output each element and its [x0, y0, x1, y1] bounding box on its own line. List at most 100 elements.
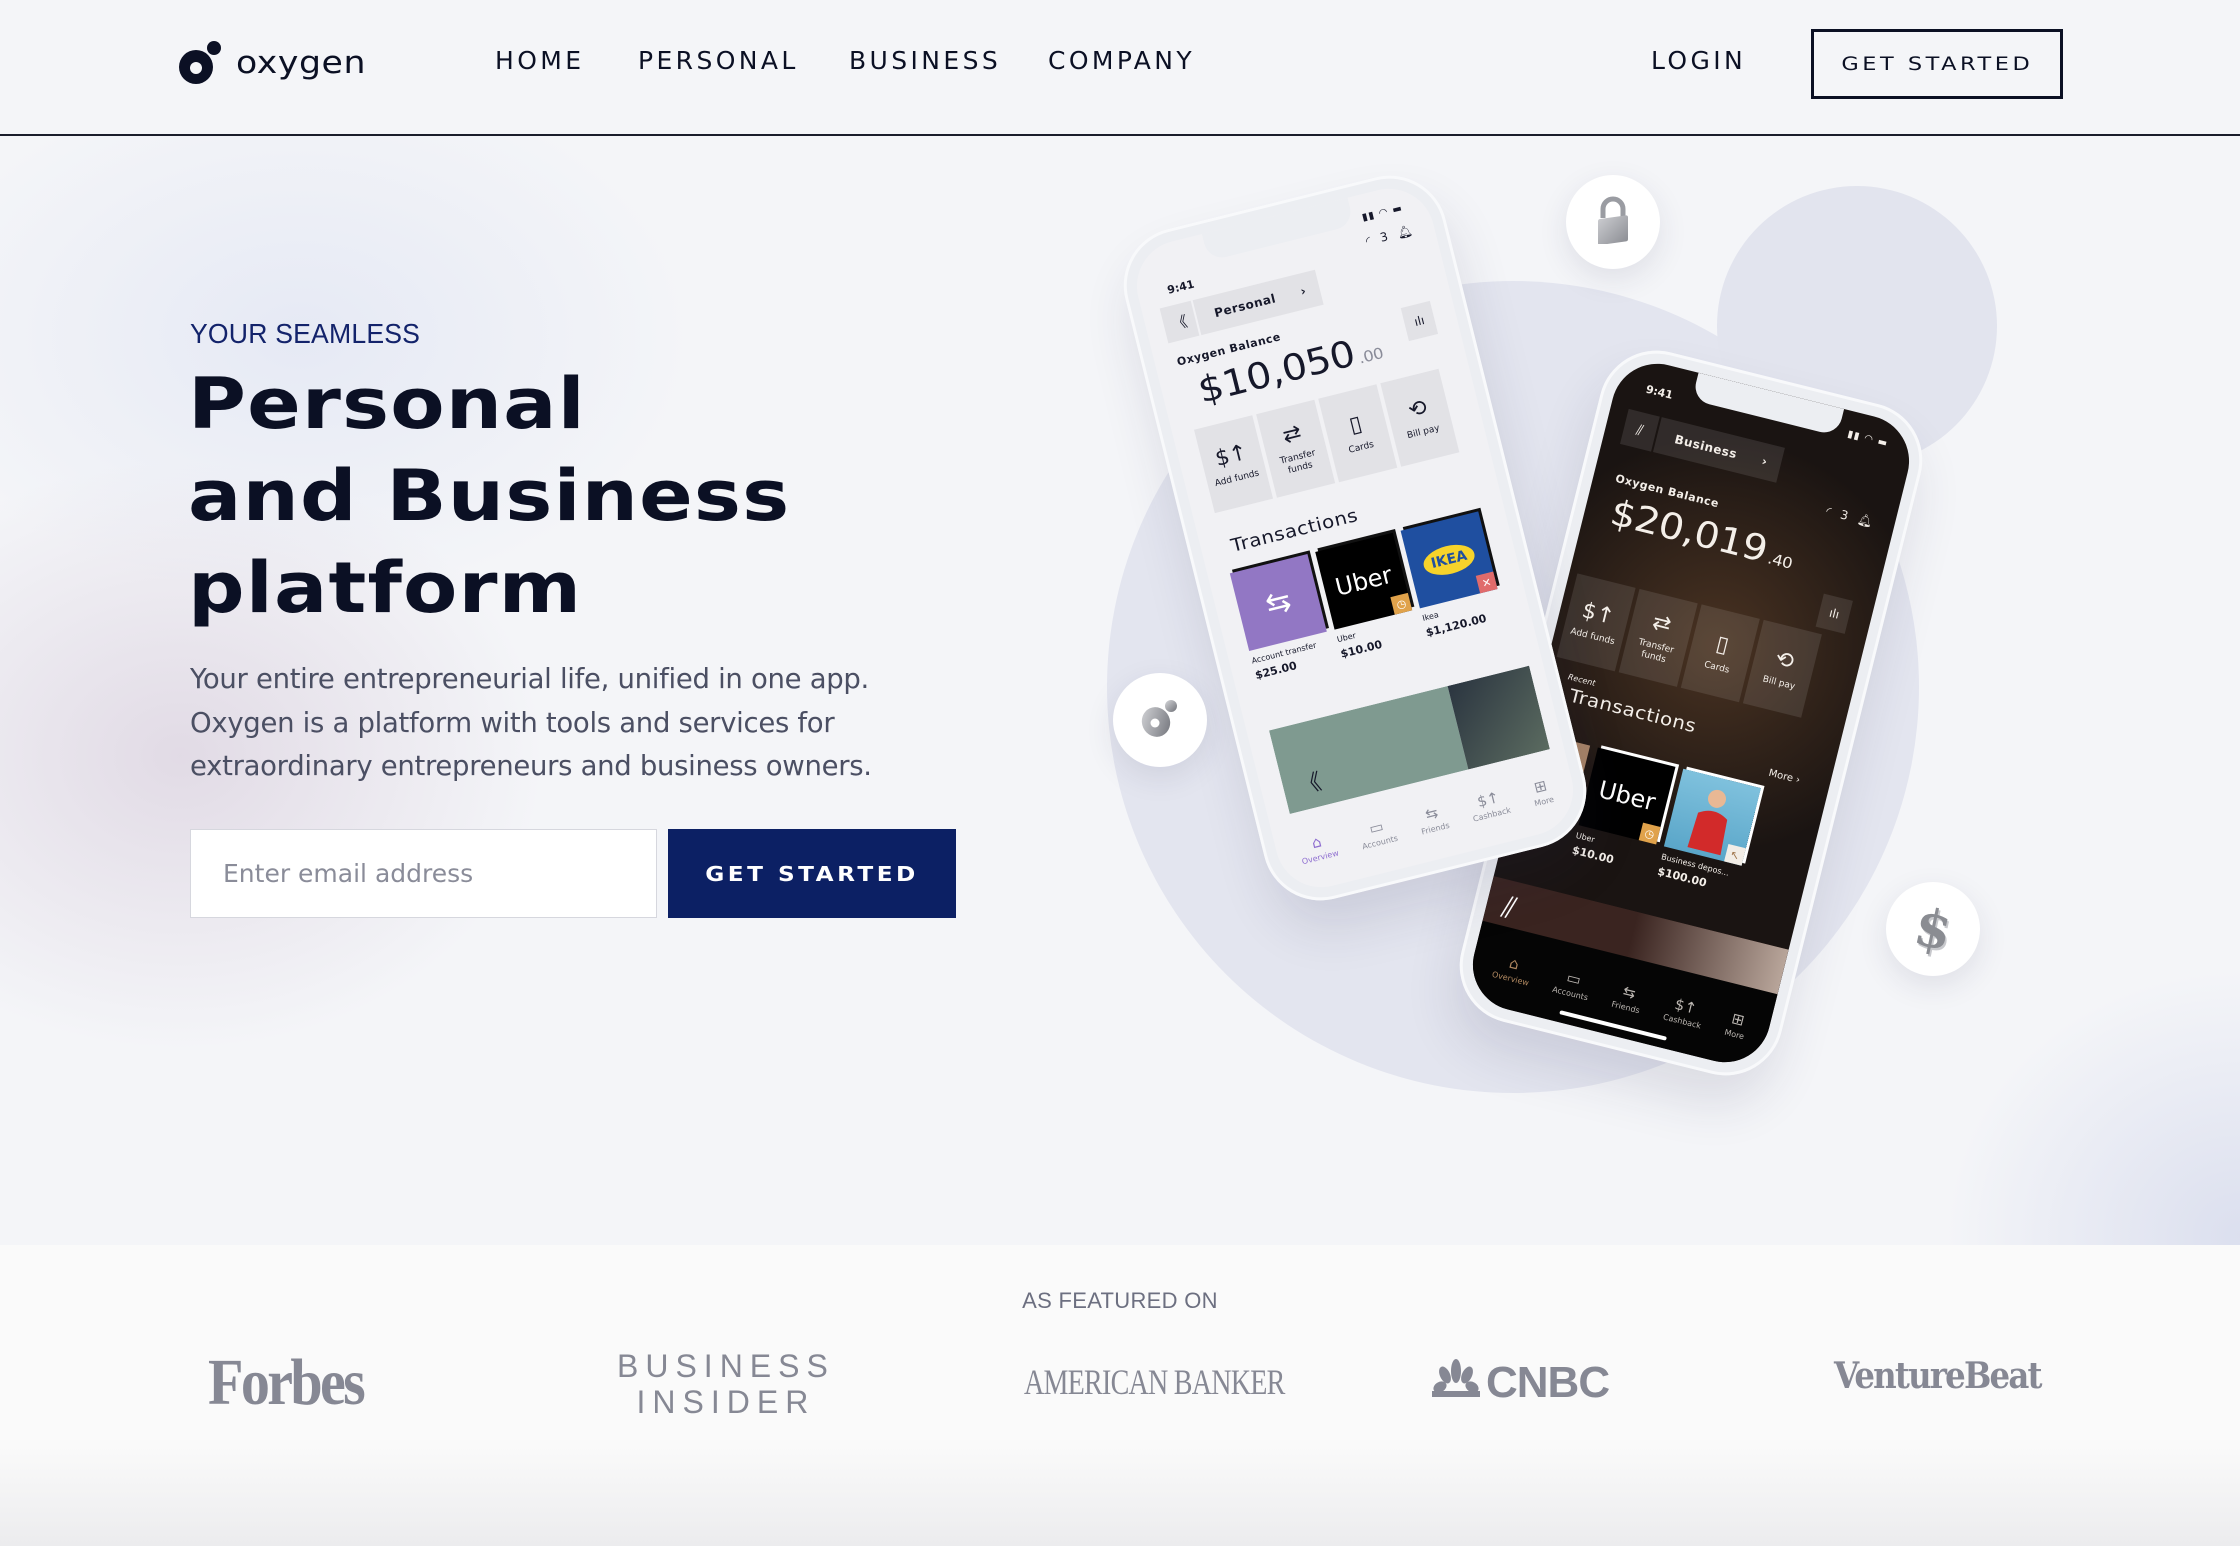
- uber-logo: Uber ◷: [1578, 747, 1676, 845]
- transaction-item[interactable]: IKEA ✕ Ikea $1,120.00: [1400, 511, 1506, 639]
- tab-accounts[interactable]: ▭ Accounts: [1551, 966, 1593, 1002]
- friends-icon: ⇆: [1621, 982, 1638, 1003]
- tab-friends[interactable]: ⇆ Friends: [1416, 802, 1450, 836]
- cashback-icon: $↑: [1475, 788, 1502, 811]
- nav-business[interactable]: BUSINESS: [849, 46, 1001, 75]
- hero-section: YOUR SEAMLESS Personal and Business plat…: [0, 136, 2240, 1245]
- more-link[interactable]: More ›: [1767, 768, 1801, 786]
- balance-cents: .40: [1765, 549, 1795, 573]
- more-label: More: [1767, 767, 1795, 785]
- nav-personal[interactable]: PERSONAL: [638, 46, 799, 75]
- brand-name: oxygen: [236, 45, 367, 81]
- top-right-icons: ◜ 3 🔔︎: [1364, 223, 1414, 248]
- battery-icon: ▬: [1876, 436, 1890, 450]
- business-insider-line-2: INSIDER: [636, 1384, 816, 1420]
- wifi-icon: ◠: [1377, 206, 1390, 220]
- ikea-logo: IKEA ✕: [1400, 511, 1498, 609]
- tab-label: Cashback: [1662, 1012, 1702, 1031]
- transfer-icon: ⇄: [1649, 609, 1674, 639]
- brand-logo[interactable]: oxygen: [176, 38, 365, 88]
- speedometer-icon: ◜: [1824, 503, 1833, 519]
- hero-get-started-button[interactable]: GET STARTED: [668, 829, 956, 918]
- email-input[interactable]: [190, 829, 657, 918]
- status-time: 9:41: [1165, 277, 1196, 297]
- account-switcher-label: Personal ›: [1192, 269, 1325, 336]
- nav-home[interactable]: HOME: [495, 46, 584, 75]
- lock-icon: [1593, 196, 1633, 249]
- login-link[interactable]: LOGIN: [1651, 46, 1746, 75]
- chevron-right-icon: ›: [1299, 283, 1308, 299]
- status-icons: ▮▮ ◠ ▬: [1361, 203, 1404, 224]
- transaction-item[interactable]: ↖ Business depos... $100.00: [1656, 768, 1761, 897]
- action-label: Bill pay: [1761, 674, 1797, 692]
- tab-friends[interactable]: ⇆ Friends: [1611, 981, 1646, 1015]
- action-label: Transfer funds: [1637, 637, 1675, 666]
- home-icon: ⌂: [1507, 953, 1521, 974]
- tab-cashback[interactable]: $↑ Cashback: [1662, 994, 1706, 1031]
- balance-chart-button[interactable]: ılı: [1400, 300, 1439, 342]
- transfer-icon: ⇆: [1261, 582, 1295, 623]
- tab-label: Friends: [1610, 999, 1641, 1016]
- hero-eyebrow: YOUR SEAMLESS: [190, 318, 421, 349]
- site-header: oxygen HOME PERSONAL BUSINESS COMPANY LO…: [0, 0, 2240, 136]
- oxygen-logo-icon: [176, 39, 224, 87]
- status-time: 9:41: [1644, 382, 1675, 402]
- grid-icon: ⊞: [1729, 1009, 1747, 1030]
- bill-pay-icon: ⟲: [1772, 645, 1797, 675]
- cnbc-logo: CNBC: [1432, 1357, 1610, 1408]
- chevron-right-icon: ›: [1760, 453, 1770, 469]
- transaction-item[interactable]: ⇆ Account transfer $25.00: [1229, 553, 1335, 682]
- clock-icon: ◷: [1390, 592, 1413, 615]
- hero-get-started-label: GET STARTED: [705, 861, 919, 886]
- featured-label: AS FEATURED ON: [1022, 1288, 1218, 1313]
- action-label: Add funds: [1213, 467, 1261, 489]
- friends-icon: ⇆: [1423, 803, 1440, 824]
- tab-overview[interactable]: ⌂ Overview: [1491, 951, 1534, 988]
- oxygen-badge: [1113, 673, 1207, 767]
- transactions-title: Transactions: [1567, 685, 1699, 738]
- balance-main: $20,019: [1606, 492, 1772, 571]
- header-get-started-button[interactable]: GET STARTED: [1811, 29, 2063, 99]
- bar-chart-icon: ılı: [1827, 605, 1841, 622]
- tab-cashback[interactable]: $↑ Cashback: [1467, 787, 1512, 824]
- tab-overview[interactable]: ⌂ Overview: [1296, 830, 1340, 867]
- tab-accounts[interactable]: ▭ Accounts: [1357, 815, 1399, 851]
- business-insider-line-1: BUSINESS: [617, 1348, 835, 1384]
- account-name: Personal: [1212, 291, 1278, 321]
- venturebeat-logo: VentureBeat: [1834, 1355, 2043, 1397]
- business-deposit-photo: ↖: [1663, 768, 1761, 866]
- nav-company[interactable]: COMPANY: [1048, 46, 1195, 75]
- transaction-item[interactable]: Uber ◷ Uber $10.00: [1315, 532, 1420, 661]
- action-label: Cards: [1347, 439, 1375, 456]
- notification-count: 3: [1378, 229, 1390, 245]
- account-switcher[interactable]: ⫽ Business ›: [1620, 408, 1786, 483]
- transaction-item[interactable]: Uber ◷ Uber $10.00: [1571, 747, 1676, 875]
- cards-icon: ▯: [1713, 630, 1732, 659]
- ikea-logo-text: IKEA: [1420, 539, 1478, 580]
- tab-more[interactable]: ⊞ More: [1529, 776, 1555, 808]
- featured-section: AS FEATURED ON Forbes BUSINESS INSIDER A…: [0, 1245, 2240, 1546]
- tab-label: Overview: [1300, 848, 1340, 867]
- phone-notch: [1201, 197, 1355, 262]
- top-right-icons: ◜ 3 🔔︎: [1825, 504, 1875, 529]
- signal-icon: ▮▮: [1360, 209, 1377, 224]
- accounts-icon: ▭: [1367, 817, 1386, 838]
- add-funds-icon: $↑: [1579, 597, 1618, 630]
- forbes-logo: Forbes: [208, 1346, 366, 1419]
- business-insider-logo: BUSINESS INSIDER: [617, 1348, 835, 1420]
- add-funds-icon: $↑: [1212, 439, 1251, 472]
- wifi-icon: ◠: [1862, 432, 1876, 446]
- bell-icon: 🔔︎: [1856, 511, 1875, 530]
- tab-label: Accounts: [1361, 833, 1399, 852]
- accounts-icon: ▭: [1564, 968, 1583, 990]
- dollar-badge: $: [1886, 882, 1980, 976]
- american-banker-logo: AMERICAN BANKER: [1024, 1362, 1285, 1402]
- transfer-icon: ⇄: [1280, 420, 1305, 449]
- balance-chart-button[interactable]: ılı: [1815, 593, 1853, 634]
- hero-description: Your entire entrepreneurial life, unifie…: [190, 663, 872, 782]
- tab-more[interactable]: ⊞ More: [1724, 1009, 1750, 1041]
- header-get-started-label: GET STARTED: [1841, 53, 2033, 75]
- lock-badge: [1566, 175, 1660, 269]
- headline-line-3: platform: [188, 547, 583, 629]
- grid-icon: ⊞: [1532, 776, 1549, 797]
